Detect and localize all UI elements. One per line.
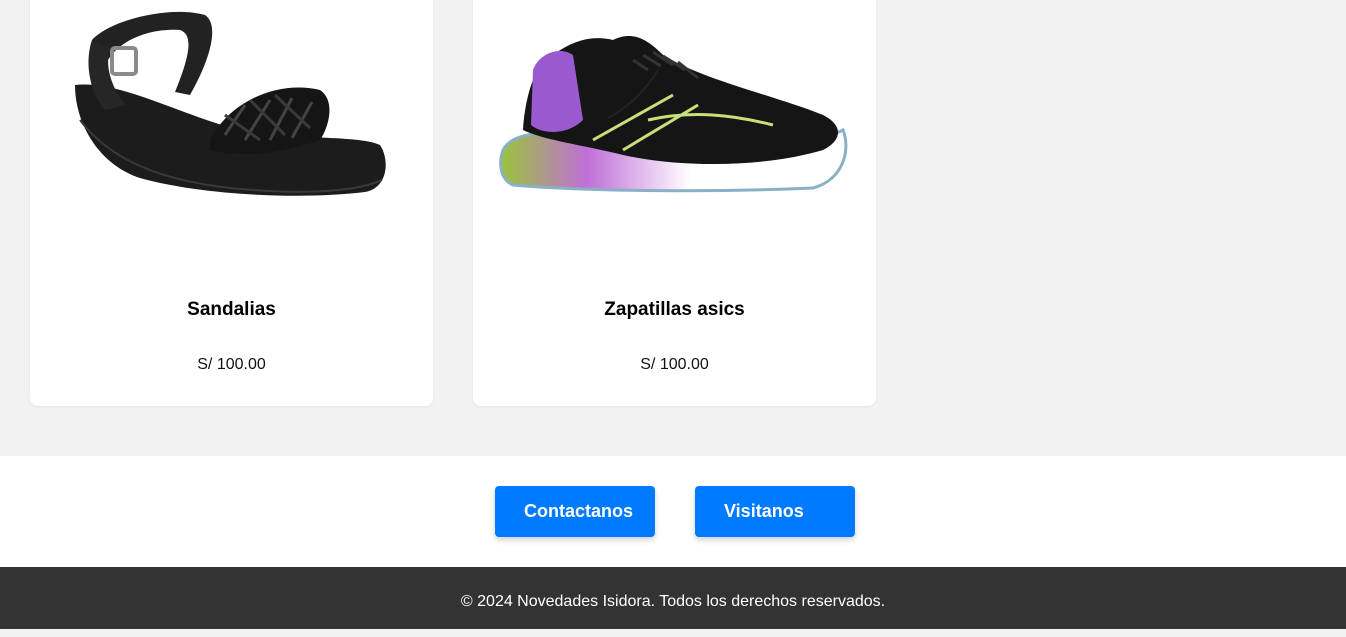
contact-button[interactable]: Contactanos bbox=[495, 486, 655, 537]
product-card[interactable]: Zapatillas asics S/ 100.00 bbox=[473, 0, 876, 406]
product-card[interactable]: Sandalias S/ 100.00 bbox=[30, 0, 433, 406]
footer-copyright: © 2024 Novedades Isidora. Todos los dere… bbox=[460, 593, 886, 610]
visit-button[interactable]: Visitanos bbox=[695, 486, 855, 537]
footer: © 2024 Novedades Isidora. Todos los dere… bbox=[0, 567, 1346, 629]
sneaker-image[interactable] bbox=[473, 0, 876, 250]
product-grid: Sandalias S/ 100.00 Zapatillas asics S/ … bbox=[0, 0, 1346, 456]
product-price: S/ 100.00 bbox=[197, 356, 266, 373]
product-name: Zapatillas asics bbox=[604, 299, 745, 320]
action-bar: Contactanos Visitanos bbox=[0, 456, 1346, 567]
sandal-image[interactable] bbox=[30, 0, 433, 250]
product-price: S/ 100.00 bbox=[640, 356, 709, 373]
product-name: Sandalias bbox=[187, 299, 276, 320]
